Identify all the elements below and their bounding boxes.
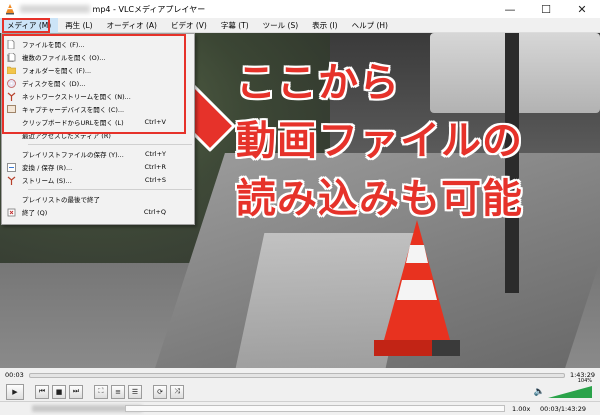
sliders-icon: ≡ <box>115 387 121 396</box>
seek-slider[interactable] <box>28 372 565 378</box>
playback-speed[interactable]: 1.00x <box>512 405 530 413</box>
quit-icon <box>6 207 16 217</box>
seek-bar-row: 00:03 1:43:29 <box>0 368 600 382</box>
stream-icon <box>6 175 16 185</box>
menu-playback[interactable]: 再生 (L) <box>58 18 99 33</box>
media-menu-highlight <box>2 18 50 33</box>
playlist-icon: ☰ <box>131 387 139 396</box>
shuffle-icon: ⤨ <box>174 387 180 395</box>
status-time: 00:03/1:43:29 <box>540 405 586 413</box>
fullscreen-icon: ⛶ <box>98 387 104 395</box>
open-items-highlight <box>2 34 186 134</box>
speaker-icon[interactable]: 🔈 <box>534 387 545 397</box>
menu-bar: メディア (M) 再生 (L) オーディオ (A) ビデオ (V) 字幕 (T)… <box>0 17 600 33</box>
menu-help[interactable]: ヘルプ (H) <box>345 18 395 33</box>
menu-tools[interactable]: ツール (S) <box>256 18 306 33</box>
blurred-filename <box>20 5 90 13</box>
menu-item-quit-at-end[interactable]: プレイリストの最後で終了 <box>2 193 196 205</box>
menu-item-save-playlist[interactable]: プレイリストファイルの保存 (Y)... Ctrl+Y <box>2 148 196 160</box>
next-button[interactable]: ⏭ <box>69 384 83 399</box>
convert-icon <box>6 162 16 172</box>
menu-item-convert-save[interactable]: 変換 / 保存 (R)... Ctrl+R <box>2 161 196 173</box>
status-bar: 1.00x 00:03/1:43:29 <box>0 401 600 415</box>
stop-icon: ■ <box>55 387 63 396</box>
close-button[interactable]: ✕ <box>564 0 600 18</box>
stop-button[interactable]: ■ <box>52 384 66 399</box>
status-progress <box>125 405 505 412</box>
previous-icon: ⏮ <box>38 387 46 395</box>
playlist-button[interactable]: ☰ <box>128 384 142 399</box>
vlc-cone-icon <box>6 4 14 15</box>
menu-view[interactable]: 表示 (I) <box>305 18 344 33</box>
next-icon: ⏭ <box>72 387 80 395</box>
annotation-line-3: 読み込みも可能 <box>236 176 523 222</box>
volume-percent: 104% <box>577 378 592 384</box>
title-bar: mp4 - VLCメディアプレイヤー — ☐ ✕ <box>0 0 600 18</box>
menu-separator <box>28 189 192 190</box>
annotation-line-2: 動画ファイルの <box>236 118 523 164</box>
menu-item-stream[interactable]: ストリーム (S)... Ctrl+S <box>2 174 196 186</box>
menu-separator <box>28 144 192 145</box>
extended-settings-button[interactable]: ≡ <box>111 384 125 399</box>
maximize-button[interactable]: ☐ <box>528 0 564 18</box>
playback-controls: ▶ ⏮ ■ ⏭ ⛶ ≡ ☰ ⟳ ⤨ <box>0 382 600 401</box>
volume-control: 🔈 104% <box>534 378 592 398</box>
elapsed-time: 00:03 <box>5 371 24 379</box>
loop-icon: ⟳ <box>157 387 163 396</box>
traffic-cone-image <box>374 220 460 356</box>
window-title: mp4 - VLCメディアプレイヤー <box>20 4 492 15</box>
play-icon: ▶ <box>12 387 18 396</box>
loop-button[interactable]: ⟳ <box>153 384 167 399</box>
fullscreen-button[interactable]: ⛶ <box>94 384 108 399</box>
volume-slider[interactable]: 104% <box>548 378 592 398</box>
shuffle-button[interactable]: ⤨ <box>170 384 184 399</box>
annotation-line-1: ここから <box>236 60 400 106</box>
minimize-button[interactable]: — <box>492 0 528 18</box>
menu-item-quit[interactable]: 終了 (Q) Ctrl+Q <box>2 206 196 218</box>
previous-button[interactable]: ⏮ <box>35 384 49 399</box>
play-button[interactable]: ▶ <box>6 383 24 400</box>
